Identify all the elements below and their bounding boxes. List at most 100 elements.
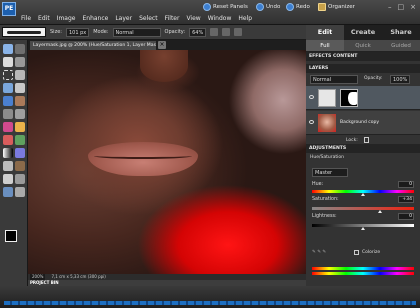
quick-selection-tool-icon[interactable] [3,83,13,93]
project-bin-strip [4,301,416,305]
layers-panel-header[interactable]: LAYERS [306,64,420,73]
airbrush-icon[interactable] [210,28,219,36]
blend-mode-select[interactable]: Normal [310,75,358,84]
adjustments-panel-header[interactable]: ADJUSTMENTS [306,144,420,153]
hue-field[interactable]: 0 [398,181,414,188]
tab-guided[interactable]: Guided [382,40,420,51]
healing-brush-tool-icon[interactable] [15,96,25,106]
opacity-field[interactable]: 64% [189,27,207,37]
image-canvas[interactable] [28,50,306,274]
menu-view[interactable]: View [186,15,200,22]
menu-image[interactable]: Image [57,15,76,22]
toolbox [0,40,28,286]
hand-tool-icon[interactable] [3,57,13,67]
tab-create[interactable]: Create [344,25,382,40]
tab-quick[interactable]: Quick [344,40,382,51]
hue-result-bar [312,272,414,275]
clone-stamp-tool-icon[interactable] [3,174,13,184]
crop-tool-icon[interactable] [15,109,25,119]
redo-icon [286,3,294,11]
colorize-checkbox[interactable] [354,250,359,255]
layer-mask-thumbnail[interactable] [340,89,358,107]
saturation-field[interactable]: +34 [398,196,414,203]
menu-enhance[interactable]: Enhance [82,15,108,22]
paint-bucket-tool-icon[interactable] [15,135,25,145]
blur-tool-icon[interactable] [3,161,13,171]
eye-icon[interactable] [309,95,314,99]
eraser-tool-icon[interactable] [3,135,13,145]
lightness-label: Lightness: [312,214,337,219]
colorize-label: Colorize [362,250,381,255]
size-label: Size: [50,29,62,35]
type-tool-icon[interactable] [3,109,13,119]
menu-help[interactable]: Help [238,15,252,22]
effects-panel-header[interactable]: EFFECTS CONTENT [306,52,420,61]
shape-tool-icon[interactable] [15,148,25,158]
saturation-label: Saturation: [312,197,339,202]
lock-icon[interactable] [364,137,369,143]
layer-opacity-field[interactable]: 100% [390,75,410,84]
layer-opacity-label: Opacity: [364,76,383,81]
undo-button[interactable]: Undo [256,3,280,11]
panel-bin: EFFECTS CONTENT LAYERS Normal Opacity: 1… [306,52,420,286]
menu-layer[interactable]: Layer [115,15,132,22]
red-eye-tool-icon[interactable] [3,96,13,106]
organizer-label: Organizer [328,4,355,10]
lightness-field[interactable]: 0 [398,213,414,220]
minimize-icon[interactable]: – [388,3,392,11]
main-menu: File Edit Image Enhance Layer Select Fil… [21,15,252,22]
pencil-tool-icon[interactable] [15,122,25,132]
saturation-slider-thumb[interactable] [378,210,382,213]
tab-share[interactable]: Share [382,25,420,40]
tab-full[interactable]: Full [306,40,344,51]
eye-icon[interactable] [309,120,314,124]
preset-select[interactable]: Master [312,168,348,177]
layer-row-background-copy[interactable]: Background copy [306,111,420,135]
organizer-button[interactable]: Organizer [318,3,355,11]
smart-brush-tool-icon[interactable] [3,187,13,197]
menu-filter[interactable]: Filter [165,15,180,22]
reset-panels-icon [203,3,211,11]
magic-wand-tool-icon[interactable] [15,83,25,93]
reset-panels-button[interactable]: Reset Panels [203,3,248,11]
brush-tool-icon[interactable] [3,122,13,132]
menu-edit[interactable]: Edit [38,15,50,22]
layer-thumbnail [318,114,336,132]
organizer-icon [318,3,326,11]
edit-mode-tabs: Full Quick Guided [306,40,420,52]
document-tab[interactable]: Layermask.jpg @ 200% (Hue/Saturation 1, … [30,41,156,50]
lightness-slider-thumb[interactable] [361,227,365,230]
tablet-options-icon[interactable] [222,28,231,36]
redo-button[interactable]: Redo [286,3,310,11]
eyedropper-icon[interactable]: ✎ ✎ ✎ [312,250,326,255]
sponge-tool-icon[interactable] [15,161,25,171]
tab-edit[interactable]: Edit [306,25,344,40]
layer-row-hue-saturation[interactable] [306,86,420,110]
marquee-tool-icon[interactable] [3,70,13,80]
hue-reference-bar [312,267,414,270]
tool-options-bar: Size: 101 px Mode: Normal Opacity: 64% [0,25,306,40]
straighten-tool-icon[interactable] [15,187,25,197]
brush-settings-icon[interactable] [234,28,243,36]
gradient-tool-icon[interactable] [3,148,13,158]
close-icon[interactable]: × [158,41,166,49]
undo-icon [256,3,264,11]
mode-select[interactable]: Normal [112,27,161,37]
hue-slider-thumb[interactable] [361,193,365,196]
zoom-tool-icon[interactable] [15,44,25,54]
lasso-tool-icon[interactable] [15,70,25,80]
close-window-icon[interactable]: × [410,3,416,11]
menu-file[interactable]: File [21,15,31,22]
brush-preset-picker[interactable] [2,27,46,37]
menu-window[interactable]: Window [208,15,232,22]
app-logo: PE [2,2,16,16]
size-field[interactable]: 101 px [65,27,90,37]
move-tool-icon[interactable] [3,44,13,54]
saturation-slider[interactable] [312,207,414,210]
eyedropper-tool-icon[interactable] [15,57,25,67]
adjustment-name: Hue/Saturation [310,155,344,160]
menu-select[interactable]: Select [139,15,158,22]
maximize-icon[interactable]: □ [398,3,405,11]
recompose-tool-icon[interactable] [15,174,25,184]
foreground-color-swatch[interactable] [5,230,17,242]
